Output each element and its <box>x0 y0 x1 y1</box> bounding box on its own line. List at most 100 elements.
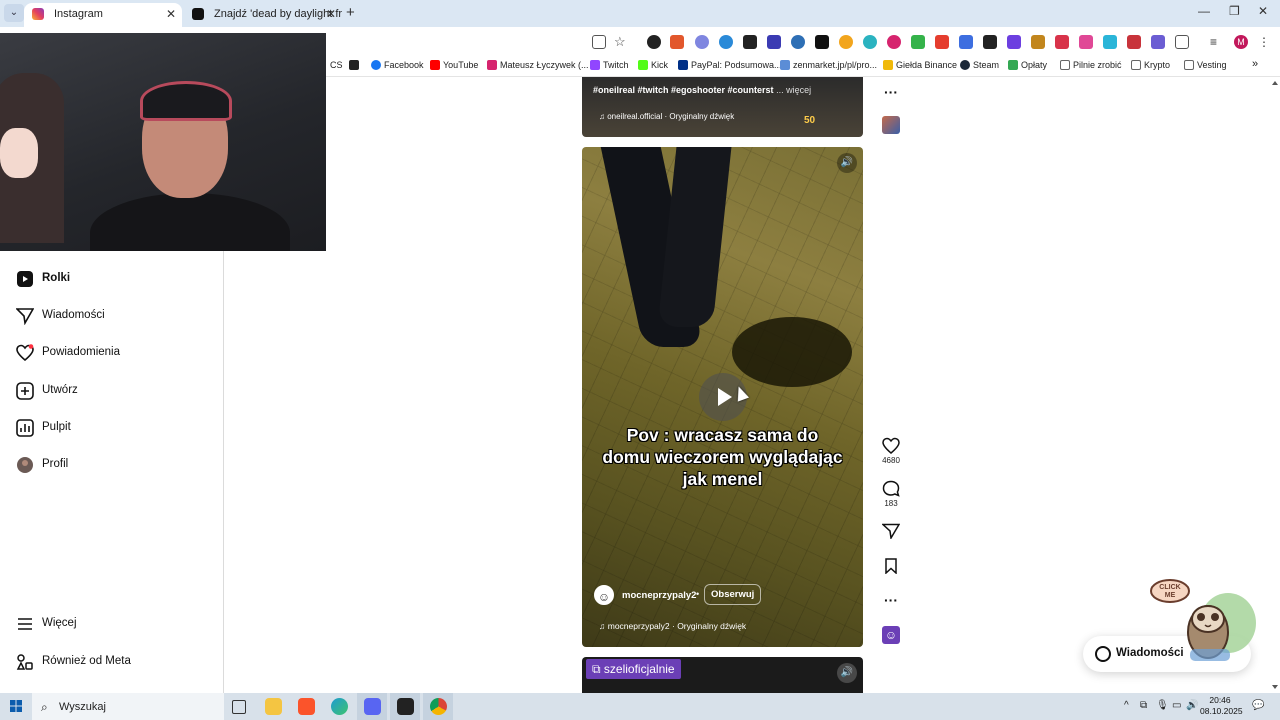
bookmark[interactable]: Vesting <box>1184 60 1227 70</box>
sidebar-item-messages[interactable]: Wiadomości <box>16 304 206 328</box>
network-icon[interactable]: ▭ <box>1172 700 1181 711</box>
extension-icon[interactable] <box>791 35 805 49</box>
more-options-icon[interactable]: ··· <box>880 592 902 608</box>
microphone-icon[interactable]: 🎙 <box>1156 700 1169 711</box>
post-audio[interactable]: ♫ oneilreal.official · Oryginalny dźwięk <box>599 112 734 121</box>
page-scrollbar[interactable] <box>1270 77 1280 693</box>
taskbar-clock[interactable]: 20:46 08.10.2025 <box>1200 695 1243 717</box>
chrome-icon[interactable] <box>430 698 447 715</box>
previous-post[interactable]: #oneilreal #twitch #egoshooter #counters… <box>582 77 863 137</box>
close-window-icon[interactable]: ✕ <box>1258 4 1268 18</box>
edge-icon[interactable] <box>331 698 348 715</box>
bookmark[interactable]: Giełda Binance <box>883 60 957 70</box>
more-link[interactable]: ... więcej <box>776 85 811 95</box>
audio-thumbnail-icon[interactable]: ☺ <box>882 626 900 644</box>
volume-icon[interactable]: 🔊 <box>1186 700 1198 711</box>
extension-icon[interactable] <box>743 35 757 49</box>
bookmarks-overflow-button[interactable]: » <box>1252 58 1258 70</box>
extension-icon[interactable] <box>695 35 709 49</box>
extension-icon[interactable] <box>887 35 901 49</box>
bookmark[interactable]: PayPal: Podsumowa... <box>678 60 782 70</box>
extension-icon[interactable] <box>670 35 684 49</box>
browser-menu-icon[interactable]: ⋮ <box>1258 35 1272 49</box>
tab-tiktok[interactable]: Znajdź 'dead by daylight from ' ✕ <box>184 3 342 27</box>
reel-audio[interactable]: ♫ mocneprzypaly2 · Oryginalny dźwięk <box>599 621 746 631</box>
install-app-icon[interactable] <box>592 35 606 49</box>
tray-overflow-icon[interactable]: ^ <box>1124 700 1129 711</box>
author-username[interactable]: mocneprzypaly2 <box>622 590 696 601</box>
extension-icon[interactable] <box>959 35 973 49</box>
minimize-icon[interactable]: — <box>1198 4 1210 18</box>
click-me-mascot-sticker[interactable]: CLICK ME <box>1150 577 1258 665</box>
taskbar-search[interactable]: ⌕ Wyszukaj <box>32 693 224 720</box>
next-post[interactable]: ⧉ szelioficjalnie 🔊 <box>582 657 863 693</box>
windows-start-icon[interactable] <box>10 700 22 712</box>
bookmark[interactable] <box>349 60 362 70</box>
file-explorer-icon[interactable] <box>265 698 282 715</box>
brave-icon[interactable] <box>298 698 315 715</box>
reading-list-icon[interactable]: ≡ <box>1210 35 1224 49</box>
bookmark[interactable]: CS <box>330 60 343 70</box>
extension-icon[interactable] <box>647 35 661 49</box>
bookmark[interactable]: YouTube <box>430 60 478 70</box>
bookmark[interactable]: Krypto <box>1131 60 1170 70</box>
volume-icon[interactable]: 🔊 <box>837 153 857 173</box>
task-view-icon[interactable] <box>232 700 246 714</box>
reel-video[interactable]: 🔊 Pov : wracasz sama do domu wieczorem w… <box>582 147 863 647</box>
bookmark[interactable]: Twitch <box>590 60 629 70</box>
bookmark-star-icon[interactable]: ☆ <box>614 35 628 49</box>
extension-icon[interactable] <box>1055 35 1069 49</box>
discord-icon[interactable] <box>364 698 381 715</box>
extension-icon[interactable] <box>767 35 781 49</box>
extension-icon[interactable] <box>1151 35 1165 49</box>
sidebar-item-dashboard[interactable]: Pulpit <box>16 416 206 440</box>
save-button[interactable] <box>880 558 902 574</box>
sidebar-item-notifications[interactable]: Powiadomienia <box>16 341 206 365</box>
extension-icon[interactable] <box>983 35 997 49</box>
like-button[interactable]: 4680 <box>880 437 902 465</box>
profile-avatar[interactable]: M <box>1234 35 1248 49</box>
extension-icon[interactable] <box>911 35 925 49</box>
notifications-icon[interactable]: 💬 <box>1252 700 1264 711</box>
extension-icon[interactable] <box>719 35 733 49</box>
bookmark[interactable]: zenmarket.jp/pl/pro... <box>780 60 877 70</box>
tray-app-icon[interactable]: ⧉ <box>1140 700 1147 711</box>
sidebar-item-profile[interactable]: Profil <box>16 453 206 477</box>
extension-icon[interactable] <box>935 35 949 49</box>
bookmark[interactable]: Facebook <box>371 60 424 70</box>
share-button[interactable] <box>880 523 902 539</box>
more-options-icon[interactable]: ··· <box>880 84 902 100</box>
previous-audio-thumbnail[interactable] <box>882 116 900 134</box>
extension-icon[interactable] <box>839 35 853 49</box>
extension-icon[interactable] <box>863 35 877 49</box>
tab-search-button[interactable]: ⌄ <box>4 4 24 22</box>
extension-icon[interactable] <box>815 35 829 49</box>
sidebar-item-create[interactable]: Utwórz <box>16 379 206 403</box>
extension-icon[interactable] <box>1031 35 1045 49</box>
extensions-puzzle-icon[interactable] <box>1175 35 1189 49</box>
follow-button[interactable]: Obserwuj <box>704 584 762 605</box>
close-tab-icon[interactable]: ✕ <box>166 3 176 25</box>
comment-button[interactable]: 183 <box>880 480 902 508</box>
reels-icon <box>17 271 33 287</box>
bookmark[interactable]: Kick <box>638 60 668 70</box>
close-tab-icon[interactable]: ✕ <box>326 3 336 25</box>
extension-icon[interactable] <box>1103 35 1117 49</box>
sidebar-item-reels[interactable]: Rolki <box>16 267 206 291</box>
bookmark[interactable]: Pilnie zrobić <box>1060 60 1122 70</box>
obs-app-icon[interactable] <box>397 698 414 715</box>
bookmark[interactable]: Mateusz Łyczywek (... <box>487 60 589 70</box>
extension-icon[interactable] <box>1007 35 1021 49</box>
extension-icon[interactable] <box>1079 35 1093 49</box>
tab-instagram[interactable]: Instagram ✕ <box>24 3 182 27</box>
new-tab-button[interactable]: + <box>346 4 355 21</box>
extension-icon[interactable] <box>1127 35 1141 49</box>
bookmark[interactable]: Opłaty <box>1008 60 1047 70</box>
bookmark[interactable]: Steam <box>960 60 999 70</box>
restore-icon[interactable]: ❐ <box>1229 4 1240 18</box>
author-avatar[interactable]: ☺ <box>594 585 614 605</box>
volume-icon[interactable]: 🔊 <box>837 663 857 683</box>
tab-title: Znajdź 'dead by daylight from ' <box>214 8 342 20</box>
sidebar-item-more[interactable]: Więcej <box>16 612 206 636</box>
sidebar-item-also-from-meta[interactable]: Również od Meta <box>16 650 206 674</box>
